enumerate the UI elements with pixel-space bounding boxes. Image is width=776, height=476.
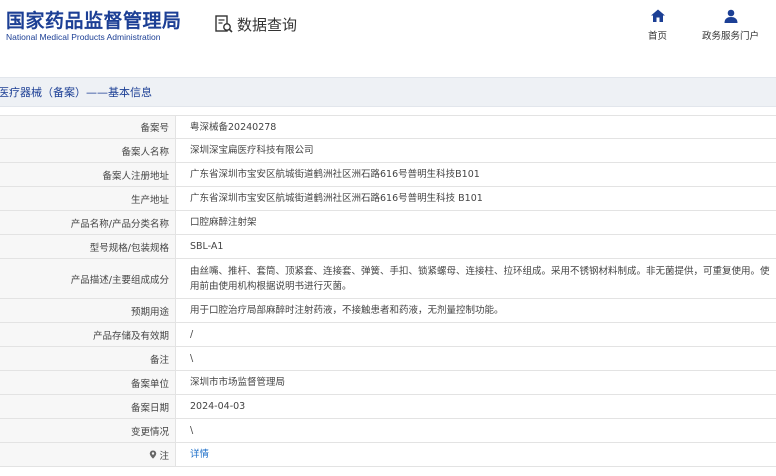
nav-service-portal[interactable]: 政务服务门户 xyxy=(702,8,759,42)
row-value: \ xyxy=(190,425,194,436)
nav-home-label: 首页 xyxy=(648,31,668,42)
row-value: 深圳深宝扁医疗科技有限公司 xyxy=(190,145,314,156)
row-value: SBL-A1 xyxy=(190,241,224,252)
detail-table: 备案号 粤深械备20240278 备案人名称 深圳深宝扁医疗科技有限公司 备案人… xyxy=(0,115,776,467)
table-row: 产品存储及有效期 / xyxy=(0,323,776,347)
table-row: 注 详情 xyxy=(0,443,776,467)
data-query-link[interactable]: 数据查询 xyxy=(214,12,297,36)
row-label: 备案单位 xyxy=(0,371,176,394)
row-label: 备案人注册地址 xyxy=(0,163,176,186)
row-label: 产品名称/产品分类名称 xyxy=(0,211,176,234)
site-logo-title[interactable]: 国家药品监督管理局 xyxy=(6,6,182,33)
details-link[interactable]: 详情 xyxy=(190,447,209,462)
breadcrumb-text: 医疗器械（备案）——基本信息 xyxy=(0,86,152,99)
row-label: 产品描述/主要组成成分 xyxy=(0,259,176,298)
row-value: / xyxy=(190,329,194,340)
row-label: 备案日期 xyxy=(0,395,176,418)
row-value: 2024-04-03 xyxy=(190,401,246,412)
row-label: 备案人名称 xyxy=(0,139,176,162)
nav-home[interactable]: 首页 xyxy=(648,8,667,42)
table-row: 备案号 粤深械备20240278 xyxy=(0,116,776,139)
site-header: 国家药品监督管理局 National Medical Products Admi… xyxy=(0,0,776,62)
note-label: 注 xyxy=(159,450,169,462)
home-icon xyxy=(650,9,665,22)
table-row: 变更情况 \ xyxy=(0,419,776,443)
table-row: 备案单位 深圳市市场监督管理局 xyxy=(0,371,776,395)
site-logo-subtitle: National Medical Products Administration xyxy=(6,32,161,42)
table-row: 备注 \ xyxy=(0,347,776,371)
row-label: 备案号 xyxy=(0,116,176,138)
row-label: 产品存储及有效期 xyxy=(0,323,176,346)
row-label: 注 xyxy=(0,443,176,466)
row-label: 备注 xyxy=(0,347,176,370)
row-value: 广东省深圳市宝安区航城街道鹤洲社区洲石路616号普明生科技B101 xyxy=(190,169,480,180)
table-row: 产品描述/主要组成成分 由丝嘴、推杆、套筒、顶紧套、连接套、弹簧、手扣、锁紧螺母… xyxy=(0,259,776,299)
document-search-icon xyxy=(215,15,233,33)
table-row: 型号规格/包装规格 SBL-A1 xyxy=(0,235,776,259)
row-label: 变更情况 xyxy=(0,419,176,442)
table-row: 备案人注册地址 广东省深圳市宝安区航城街道鹤洲社区洲石路616号普明生科技B10… xyxy=(0,163,776,187)
row-value: 广东省深圳市宝安区航城街道鹤洲社区洲石路616号普明生科技 B101 xyxy=(190,193,483,204)
row-value: 深圳市市场监督管理局 xyxy=(190,377,286,388)
row-label: 预期用途 xyxy=(0,299,176,322)
location-pin-icon xyxy=(150,450,157,459)
user-icon xyxy=(724,9,737,23)
row-value: \ xyxy=(190,353,194,364)
data-query-label: 数据查询 xyxy=(237,15,298,34)
table-row: 生产地址 广东省深圳市宝安区航城街道鹤洲社区洲石路616号普明生科技 B101 xyxy=(0,187,776,211)
table-row: 备案人名称 深圳深宝扁医疗科技有限公司 xyxy=(0,139,776,163)
row-value: 详情 xyxy=(176,443,776,466)
row-value: 用于口腔治疗局部麻醉时注射药液，不接触患者和药液，无剂量控制功能。 xyxy=(190,305,504,316)
row-value: 粤深械备20240278 xyxy=(190,121,277,133)
row-value: 由丝嘴、推杆、套筒、顶紧套、连接套、弹簧、手扣、锁紧螺母、连接柱、拉环组成。采用… xyxy=(190,265,770,292)
table-row: 产品名称/产品分类名称 口腔麻醉注射架 xyxy=(0,211,776,235)
row-value: 口腔麻醉注射架 xyxy=(190,217,257,228)
table-row: 预期用途 用于口腔治疗局部麻醉时注射药液，不接触患者和药液，无剂量控制功能。 xyxy=(0,299,776,323)
nav-service-portal-label: 政务服务门户 xyxy=(702,31,760,42)
breadcrumb: 医疗器械（备案）——基本信息 xyxy=(0,77,776,107)
row-label: 型号规格/包装规格 xyxy=(0,235,176,258)
row-label: 生产地址 xyxy=(0,187,176,210)
table-row: 备案日期 2024-04-03 xyxy=(0,395,776,419)
